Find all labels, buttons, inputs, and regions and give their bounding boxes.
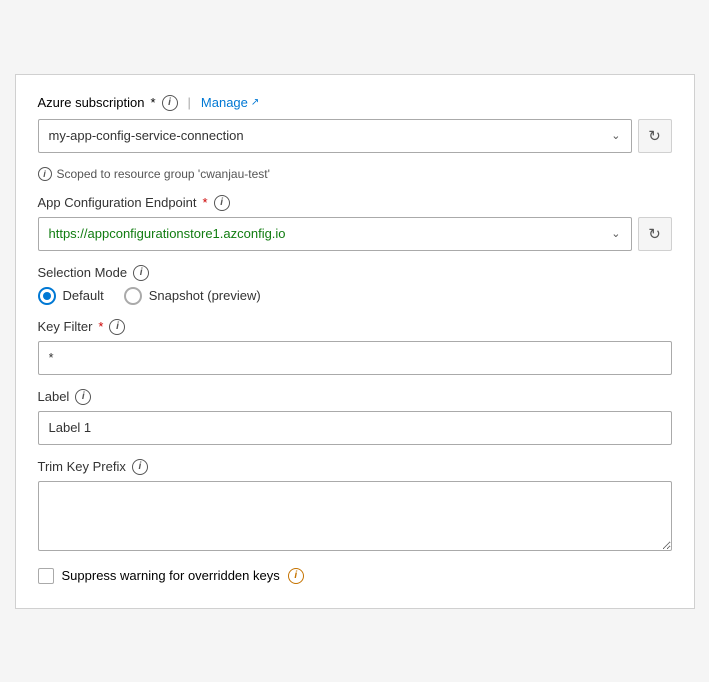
scoped-note-icon: i (38, 167, 52, 181)
radio-option-snapshot[interactable]: Snapshot (preview) (124, 287, 261, 305)
header-divider: | (188, 95, 191, 110)
endpoint-label: App Configuration Endpoint (38, 195, 197, 210)
label-info-icon[interactable]: i (75, 389, 91, 405)
label-label-row: Label i (38, 389, 672, 405)
scoped-note-text: Scoped to resource group 'cwanjau-test' (57, 167, 270, 181)
key-filter-required-marker: * (98, 319, 103, 334)
key-filter-info-icon[interactable]: i (109, 319, 125, 335)
manage-label: Manage (201, 95, 248, 110)
label-input[interactable] (38, 411, 672, 445)
key-filter-section: Key Filter * i (38, 319, 672, 375)
subscription-chevron-icon: ⌄ (611, 129, 620, 142)
endpoint-dropdown-wrapper: https://appconfigurationstore1.azconfig.… (38, 217, 672, 251)
endpoint-info-icon[interactable]: i (214, 195, 230, 211)
subscription-dropdown[interactable]: my-app-config-service-connection ⌄ (38, 119, 632, 153)
key-filter-label: Key Filter (38, 319, 93, 334)
radio-option-default[interactable]: Default (38, 287, 104, 305)
trim-key-prefix-section: Trim Key Prefix i (38, 459, 672, 554)
scoped-note: i Scoped to resource group 'cwanjau-test… (38, 167, 672, 181)
selection-mode-label: Selection Mode (38, 265, 128, 280)
selection-mode-info-icon[interactable]: i (133, 265, 149, 281)
external-link-icon: ↗ (251, 97, 259, 108)
endpoint-chevron-icon: ⌄ (611, 227, 620, 240)
trim-key-prefix-textarea[interactable] (38, 481, 672, 551)
endpoint-refresh-button[interactable]: ↻ (638, 217, 672, 251)
radio-inner-default (43, 292, 51, 300)
endpoint-section: App Configuration Endpoint * i https://a… (38, 195, 672, 251)
subscription-required-marker: * (150, 95, 155, 110)
key-filter-label-row: Key Filter * i (38, 319, 672, 335)
trim-key-prefix-label: Trim Key Prefix (38, 459, 126, 474)
key-filter-input[interactable] (38, 341, 672, 375)
label-section: Label i (38, 389, 672, 445)
selection-mode-section: Selection Mode i Default Snapshot (previ… (38, 265, 672, 305)
suppress-warning-checkbox[interactable] (38, 568, 54, 584)
trim-key-prefix-info-icon[interactable]: i (132, 459, 148, 475)
subscription-info-icon[interactable]: i (162, 95, 178, 111)
selection-mode-radio-group: Default Snapshot (preview) (38, 287, 672, 305)
subscription-dropdown-wrapper: my-app-config-service-connection ⌄ ↻ (38, 119, 672, 153)
radio-outer-default (38, 287, 56, 305)
suppress-warning-label: Suppress warning for overridden keys (62, 568, 280, 583)
selection-mode-label-row: Selection Mode i (38, 265, 672, 281)
suppress-warning-row: Suppress warning for overridden keys i (38, 568, 672, 584)
subscription-selected-value: my-app-config-service-connection (49, 128, 244, 143)
suppress-warning-info-icon[interactable]: i (288, 568, 304, 584)
endpoint-label-row: App Configuration Endpoint * i (38, 195, 672, 211)
azure-subscription-label: Azure subscription (38, 95, 145, 110)
label-label: Label (38, 389, 70, 404)
trim-key-prefix-label-row: Trim Key Prefix i (38, 459, 672, 475)
manage-link[interactable]: Manage ↗ (201, 95, 259, 110)
radio-label-snapshot: Snapshot (preview) (149, 288, 261, 303)
azure-subscription-section: Azure subscription * i | Manage ↗ my-app… (38, 95, 672, 153)
radio-outer-snapshot (124, 287, 142, 305)
endpoint-selected-value: https://appconfigurationstore1.azconfig.… (49, 226, 286, 241)
main-panel: Azure subscription * i | Manage ↗ my-app… (15, 74, 695, 609)
endpoint-dropdown[interactable]: https://appconfigurationstore1.azconfig.… (38, 217, 632, 251)
endpoint-required-marker: * (203, 195, 208, 210)
azure-subscription-header: Azure subscription * i | Manage ↗ (38, 95, 672, 111)
subscription-refresh-button[interactable]: ↻ (638, 119, 672, 153)
radio-label-default: Default (63, 288, 104, 303)
